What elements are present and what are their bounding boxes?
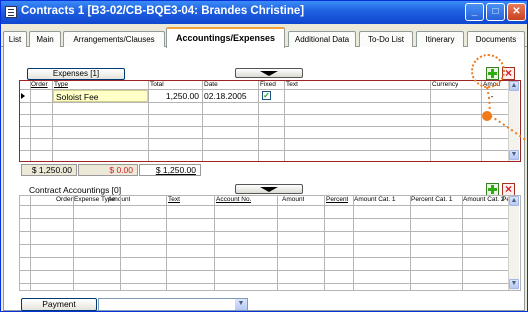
ca-column-header-amount-cat-1[interactable]: Amount Cat. 1 (354, 196, 410, 204)
tab-to-do-list[interactable]: To-Do List (359, 31, 413, 47)
contract-accountings-grid: Order Expense Type Amount Text Account N… (19, 195, 521, 291)
expense-total-cell[interactable]: 1,250.00 (149, 90, 201, 102)
ca-column-header-percent-cat-1[interactable]: Percent Cat. 1 (411, 196, 463, 204)
ca-column-header-text[interactable]: Text (168, 196, 180, 204)
accountings-toggle-button[interactable] (235, 184, 303, 194)
close-window-button[interactable]: ✕ (507, 3, 526, 21)
scroll-down-chevron-icon[interactable]: ▼ (509, 150, 519, 160)
expense-fixed-checkbox[interactable]: ✓ (262, 91, 271, 100)
chevron-down-icon[interactable]: ▼ (235, 299, 247, 310)
expense-type-cell[interactable]: Soloist Fee (53, 90, 148, 102)
highlight-dotted-line (486, 86, 528, 142)
tab-accountings-expenses[interactable]: Accountings/Expenses (166, 27, 285, 48)
ca-column-header-percent[interactable]: Percent (326, 196, 348, 204)
ca-scroll-down-chevron-icon[interactable]: ▼ (509, 279, 519, 289)
tab-arrangements-clauses[interactable]: Arrangements/Clauses (63, 31, 165, 47)
ca-column-header-order[interactable]: Order (56, 196, 73, 204)
tab-documents[interactable]: Documents (467, 31, 525, 47)
tab-additional-data[interactable]: Additional Data (288, 31, 356, 47)
column-header-date[interactable]: Date (204, 81, 218, 89)
current-row-indicator-icon (21, 93, 25, 99)
tab-main[interactable]: Main (29, 31, 61, 47)
expenses-total-amount: $ 1,250.00 (21, 164, 77, 176)
accountings-scrollbar[interactable]: ▲ ▼ (508, 196, 519, 290)
expenses-open-amount: $ 0.00 (78, 164, 138, 176)
column-header-type[interactable]: Type (54, 81, 68, 89)
expenses-grid: Order Type Total Date Fixed Text Currenc… (19, 80, 521, 162)
tab-list[interactable]: List (3, 31, 27, 47)
column-header-order[interactable]: Order (31, 81, 48, 89)
column-header-total[interactable]: Total (150, 81, 164, 89)
minimize-button[interactable]: _ (465, 3, 484, 21)
ca-column-header-amount-2[interactable]: Amount (282, 196, 304, 204)
tab-strip: List Main Arrangements/Clauses Accountin… (1, 27, 527, 48)
payment-select[interactable]: ▼ (98, 298, 248, 311)
ca-column-header-account-no[interactable]: Account No. (216, 196, 251, 204)
highlight-ring (471, 54, 505, 88)
column-header-text[interactable]: Text (286, 81, 298, 89)
expenses-paid-amount: $ 1,250.00 (139, 164, 201, 176)
expenses-button[interactable]: Expenses [1] (27, 68, 125, 80)
window-title: Contracts 1 [B3-02/CB-BQE3-04: Brandes C… (21, 5, 305, 17)
window-app-icon[interactable] (5, 6, 17, 18)
payment-button[interactable]: Payment (21, 298, 97, 311)
title-bar[interactable]: Contracts 1 [B3-02/CB-BQE3-04: Brandes C… (1, 1, 527, 24)
ca-scroll-up-chevron-icon[interactable]: ▲ (509, 196, 519, 206)
tab-itinerary[interactable]: Itinerary (416, 31, 464, 47)
column-header-currency[interactable]: Currency (432, 81, 458, 89)
column-header-fixed[interactable]: Fixed (260, 81, 276, 89)
expense-date-cell[interactable]: 02.18.2005 (203, 90, 257, 102)
expenses-toggle-button[interactable] (235, 68, 303, 78)
contract-accountings-label: Contract Accountings [0] (29, 185, 122, 195)
maximize-button[interactable]: □ (486, 3, 505, 21)
contracts-window: Contracts 1 [B3-02/CB-BQE3-04: Brandes C… (0, 0, 528, 312)
